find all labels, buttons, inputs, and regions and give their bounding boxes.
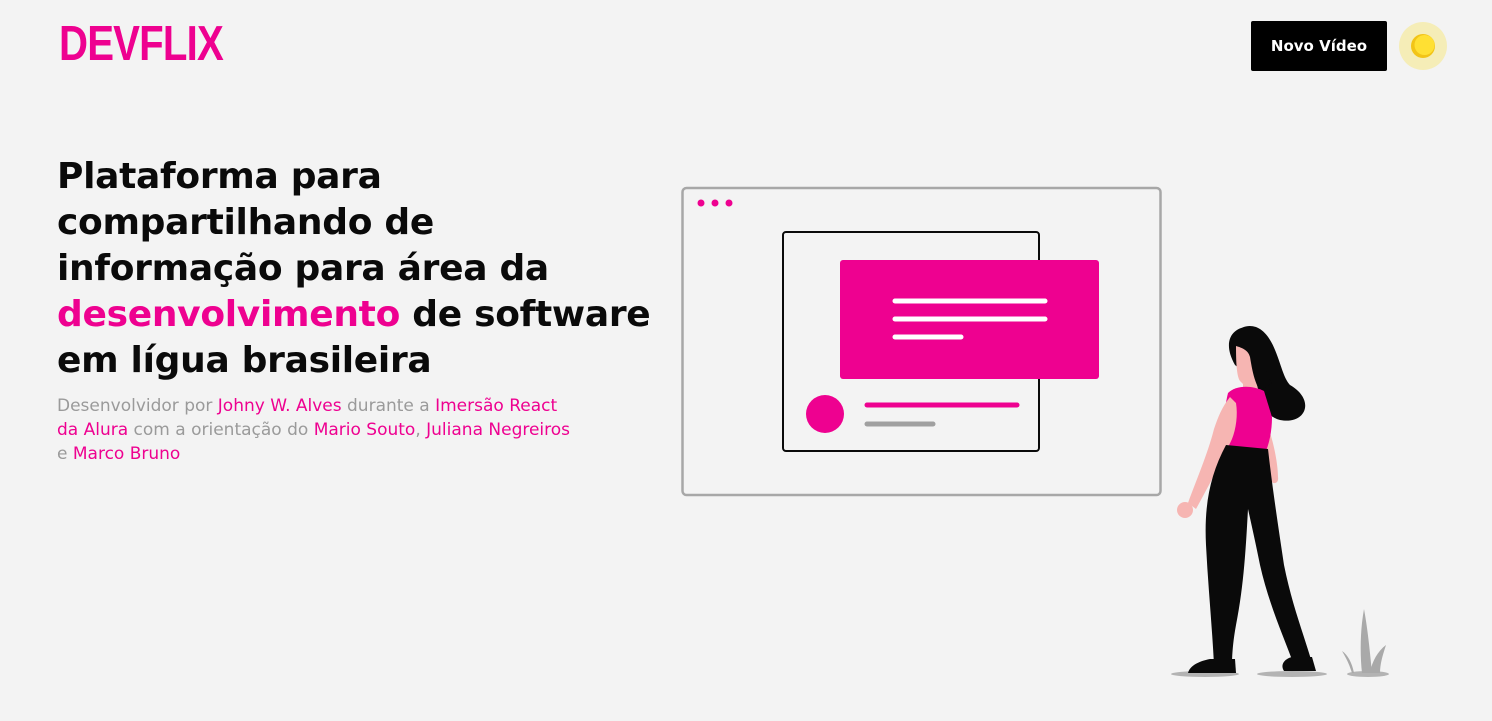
window-dot-icon xyxy=(697,199,705,207)
credits-text-3: com a orientação do xyxy=(128,420,314,440)
hero-title: Plataforma para compartilhando de inform… xyxy=(57,154,657,384)
page: DEVFLIX Novo Vídeo Plataforma para compa… xyxy=(0,0,1492,721)
new-video-button[interactable]: Novo Vídeo xyxy=(1251,21,1387,71)
credits-text-1: Desenvolvidor por xyxy=(57,396,218,416)
credits-text-2: durante a xyxy=(341,396,436,416)
mentor-link-marco[interactable]: Marco Bruno xyxy=(73,444,180,464)
window-dot-icon xyxy=(725,199,733,207)
sun-icon xyxy=(1411,34,1435,58)
hero-title-highlight: desenvolvimento xyxy=(57,294,401,335)
devflix-logo[interactable]: DEVFLIX xyxy=(59,18,224,70)
window-dot-icon xyxy=(711,199,719,207)
theme-toggle-button[interactable] xyxy=(1399,22,1447,70)
hero-title-part1: Plataforma para compartilhando de inform… xyxy=(57,156,549,289)
avatar-icon xyxy=(806,395,844,433)
author-link[interactable]: Johny W. Alves xyxy=(218,396,342,416)
credits-text: Desenvolvidor por Johny W. Alves durante… xyxy=(57,394,577,466)
credits-text-5: e xyxy=(57,444,73,464)
credits-text-4: , xyxy=(415,420,427,440)
woman-viewing-screen-illustration xyxy=(681,186,1389,677)
mentor-link-mario[interactable]: Mario Souto xyxy=(314,420,416,440)
woman-figure xyxy=(1171,325,1389,677)
mentor-link-juliana[interactable]: Juliana Negreiros xyxy=(426,420,570,440)
